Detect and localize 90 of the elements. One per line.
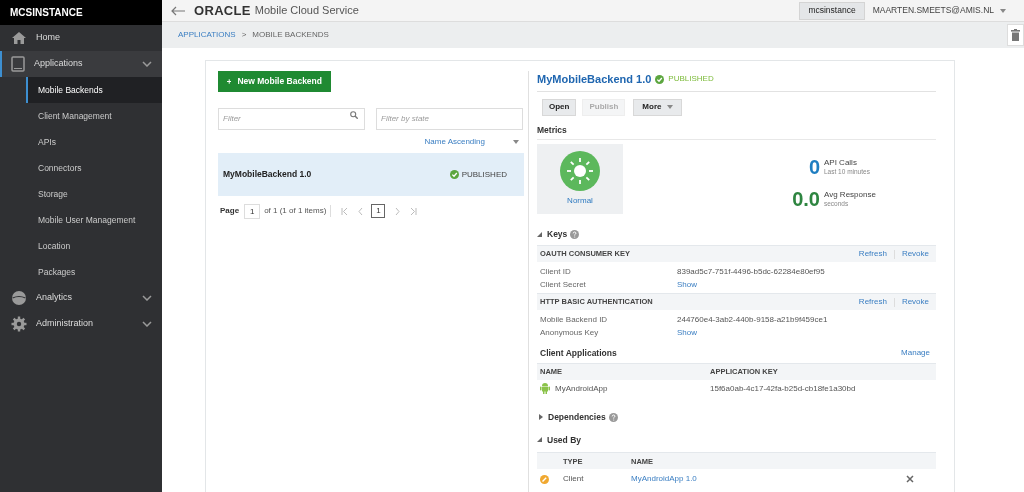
check-circle-icon <box>449 170 459 179</box>
metric-value: 0 <box>808 157 820 178</box>
health-tile: Normal <box>537 144 623 215</box>
section-heading: Client Applications <box>540 347 618 360</box>
show-link[interactable]: Show <box>677 278 697 291</box>
page-label: Page <box>220 205 240 217</box>
trash-icon <box>1011 29 1020 41</box>
sidebar-item[interactable]: Mobile Backends <box>26 77 162 103</box>
back-arrow-icon <box>170 5 186 16</box>
sidebar-item[interactable]: Administration <box>0 311 162 337</box>
chevron-down-icon <box>142 295 152 301</box>
field-value: 839ad5c7-751f-4496-b5dc-62284e80ef95 <box>677 265 825 278</box>
sidebar-item[interactable]: Location <box>26 233 162 259</box>
sidebar-item[interactable]: Mobile User Management <box>26 207 162 233</box>
page-count: of 1 (1 of 1 items) <box>264 205 332 217</box>
chevron-down-icon <box>142 321 152 327</box>
caret-down-icon <box>1000 8 1006 13</box>
product-name: Mobile Cloud Service <box>254 3 359 19</box>
check-circle-icon <box>655 74 665 84</box>
user-menu[interactable]: MAARTEN.SMEETS@AMIS.NL <box>872 4 1006 17</box>
more-menu-button[interactable]: More <box>633 98 683 116</box>
field-label: Client Secret <box>540 278 587 291</box>
field-label: Mobile Backend ID <box>540 313 609 326</box>
page-number-button[interactable]: 1 <box>371 204 386 218</box>
action-button[interactable]: Open <box>542 98 577 116</box>
table-cell: MyAndroidApp <box>555 382 608 395</box>
sun-icon <box>560 151 600 192</box>
search-icon <box>350 111 358 119</box>
collapse-triangle-icon <box>537 437 542 443</box>
filter-field[interactable]: Filter <box>218 107 365 130</box>
pencil-icon <box>540 474 549 484</box>
breadcrumb-link[interactable]: APPLICATIONS <box>178 29 236 41</box>
breadcrumb-current: MOBILE BACKENDS <box>252 29 329 41</box>
action-link[interactable]: Refresh <box>858 296 887 308</box>
field-label: Client ID <box>540 265 572 278</box>
close-icon <box>906 475 914 484</box>
sidebar-item[interactable]: Home <box>0 25 162 51</box>
section-toggle[interactable]: Dependencies <box>539 410 946 424</box>
section-heading: Metrics <box>537 123 936 141</box>
backend-title: MyMobileBackend 1.0 <box>537 72 652 87</box>
instance-button[interactable]: mcsinstance <box>799 1 865 20</box>
table-cell-text: Client <box>563 473 585 486</box>
breadcrumb-separator: > <box>241 29 247 41</box>
previous-page-icon <box>358 207 364 215</box>
settings-icon <box>11 316 27 332</box>
metric-label: Avg Response <box>824 190 877 201</box>
manage-link[interactable]: Manage <box>901 347 930 360</box>
field-label: Anonymous Key <box>540 326 600 339</box>
section-toggle[interactable]: Used By <box>537 433 946 447</box>
caret-down-icon <box>513 140 519 144</box>
action-link[interactable]: Refresh <box>858 248 887 260</box>
home-icon <box>11 31 27 45</box>
sidebar-item[interactable]: Storage <box>26 181 162 207</box>
field-value: 244760e4-3ab2-440b-9158-a21b9f459ce1 <box>677 313 828 326</box>
state-filter-field[interactable]: Filter by state <box>376 107 523 130</box>
sidebar-item[interactable]: Connectors <box>26 155 162 181</box>
sidebar-item[interactable]: Analytics <box>0 285 162 311</box>
sidebar-item[interactable]: Applications <box>0 51 162 77</box>
app-title: MCSINSTANCE <box>10 6 83 20</box>
tablet-icon <box>11 56 25 72</box>
android-icon <box>540 383 550 395</box>
app-link[interactable]: MyAndroidApp 1.0 <box>631 473 906 486</box>
section-toggle[interactable]: Keys <box>537 228 946 241</box>
show-link[interactable]: Show <box>677 326 697 339</box>
expand-triangle-icon <box>539 414 543 421</box>
caret-down-icon <box>667 105 674 109</box>
new-backend-button[interactable]: New Mobile Backend <box>218 71 331 92</box>
last-page-icon <box>410 207 418 215</box>
sidebar-item[interactable]: Client Management <box>26 103 162 129</box>
action-link[interactable]: Revoke <box>901 296 929 308</box>
metric-label: API Calls <box>824 158 858 169</box>
next-page-icon <box>395 207 401 215</box>
plus-icon <box>227 77 232 86</box>
globe-icon <box>11 290 27 306</box>
table-cell: 15f6a0ab-4c17-42fa-b25d-cb18fe1a30bd <box>710 382 856 395</box>
sort-link[interactable]: Name Ascending <box>424 136 485 148</box>
metric-value: 0.0 <box>792 189 820 210</box>
help-icon <box>570 230 580 240</box>
chevron-down-icon <box>142 61 152 67</box>
oracle-logo: ORACLE <box>194 1 251 20</box>
sidebar-item[interactable]: Packages <box>26 259 162 285</box>
backend-list-item[interactable]: MyMobileBackend 1.0 PUBLISHED <box>218 153 524 196</box>
collapse-triangle-icon <box>537 232 542 238</box>
help-icon <box>608 412 618 422</box>
status-label: PUBLISHED <box>668 73 714 86</box>
sidebar-item[interactable]: APIs <box>26 129 162 155</box>
first-page-icon <box>341 207 349 215</box>
delete-button[interactable] <box>1007 24 1024 46</box>
page-field[interactable]: 1 <box>244 203 261 219</box>
action-link[interactable]: Revoke <box>901 248 929 260</box>
